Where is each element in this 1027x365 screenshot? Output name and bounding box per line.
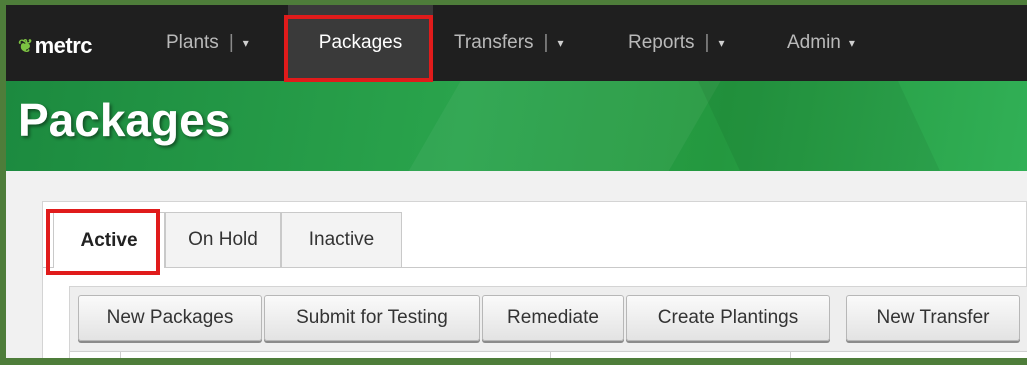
button-label: Submit for Testing (296, 307, 448, 328)
tab-on-hold[interactable]: On Hold (165, 212, 281, 267)
button-label: Remediate (507, 307, 599, 328)
tab-active[interactable]: Active (53, 212, 165, 268)
nav-separator: | (228, 32, 234, 53)
tab-label: Active (80, 229, 138, 251)
top-navbar: ❦ metrc Plants | ▾ Packages Transfers | … (6, 5, 1027, 81)
nav-separator: | (543, 32, 549, 53)
packages-panel: Active On Hold Inactive New Packages Sub… (42, 201, 1027, 364)
remediate-button[interactable]: Remediate (482, 295, 624, 341)
grid-header-strip (70, 351, 1027, 364)
caret-down-icon[interactable]: ▾ (557, 36, 563, 50)
page-title: Packages (18, 94, 231, 146)
nav-item-packages[interactable]: Packages (288, 5, 433, 81)
nav-item-plants[interactable]: Plants | ▾ (166, 5, 249, 81)
nav-label: Admin (787, 32, 841, 53)
page-header-banner: Packages (6, 81, 1027, 171)
leaf-icon: ❦ (18, 35, 33, 56)
caret-down-icon[interactable]: ▾ (718, 36, 724, 50)
nav-label: Packages (318, 32, 403, 53)
tab-label: Inactive (308, 229, 375, 250)
banner-decoration (379, 81, 733, 171)
caret-down-icon[interactable]: ▾ (243, 36, 249, 50)
nav-item-reports[interactable]: Reports | ▾ (628, 5, 725, 81)
tab-inactive[interactable]: Inactive (281, 212, 402, 267)
new-packages-button[interactable]: New Packages (78, 295, 262, 341)
new-transfer-button[interactable]: New Transfer (846, 295, 1020, 341)
packages-toolbar: New Packages Submit for Testing Remediat… (69, 286, 1027, 364)
create-plantings-button[interactable]: Create Plantings (626, 295, 830, 341)
metrc-logo[interactable]: ❦ metrc (18, 31, 93, 61)
banner-decoration (693, 81, 959, 171)
button-label: New Packages (106, 307, 234, 328)
logo-text: metrc (34, 33, 93, 58)
grid-column-divider (120, 352, 121, 364)
nav-item-admin[interactable]: Admin ▾ (787, 5, 855, 81)
content-area: Active On Hold Inactive New Packages Sub… (6, 171, 1027, 364)
nav-label: Plants (166, 32, 219, 53)
nav-label: Transfers (454, 32, 534, 53)
submit-for-testing-button[interactable]: Submit for Testing (264, 295, 480, 341)
nav-label: Reports (628, 32, 695, 53)
button-label: Create Plantings (657, 307, 799, 328)
tab-divider (43, 267, 1027, 268)
tab-label: On Hold (188, 229, 258, 250)
nav-item-transfers[interactable]: Transfers | ▾ (454, 5, 564, 81)
grid-column-divider (790, 352, 791, 364)
grid-column-divider (550, 352, 551, 364)
nav-separator: | (704, 32, 710, 53)
button-label: New Transfer (876, 307, 990, 328)
caret-down-icon: ▾ (848, 36, 855, 50)
